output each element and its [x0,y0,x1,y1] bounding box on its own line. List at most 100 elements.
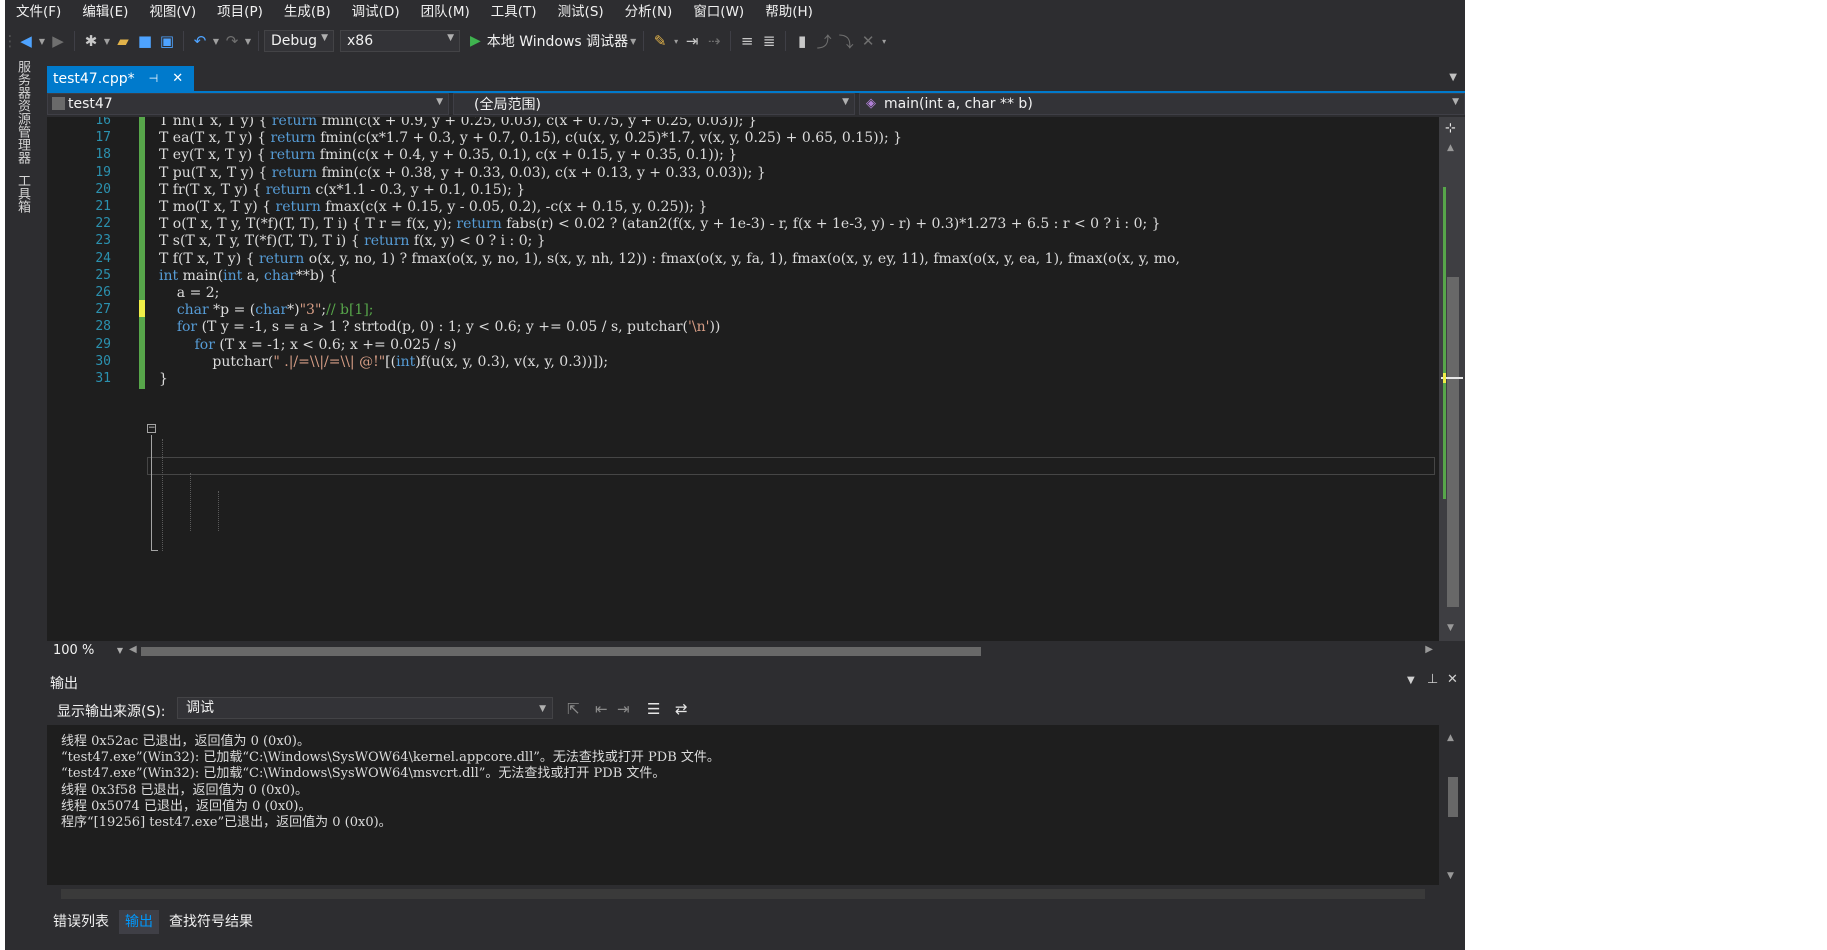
previous-bookmark-icon[interactable]: ⤴ [813,29,835,53]
scrollbar-thumb[interactable] [141,647,981,656]
scroll-up-icon[interactable]: ▲ [1447,733,1454,743]
next-message-icon[interactable]: ⇥ [617,700,630,718]
scroll-right-icon[interactable]: ▶ [1425,644,1433,655]
uncomment-lines-icon[interactable]: ≣ [758,29,780,53]
solution-platform-select[interactable]: x86 ▼ [340,30,460,52]
method-icon: ◈ [866,96,876,111]
menu-tools[interactable]: 工具(T) [480,0,547,24]
step-into-icon[interactable]: ⇥ [681,29,703,53]
toggle-word-wrap-icon[interactable]: ⇄ [675,700,688,718]
chevron-down-icon: ▼ [321,33,328,43]
outline-fold-line [151,435,152,551]
menu-view[interactable]: 视图(V) [138,0,206,24]
menu-project[interactable]: 项目(P) [206,0,273,24]
output-source-select[interactable]: 调试 ▼ [177,697,553,719]
menu-analyze[interactable]: 分析(N) [614,0,683,24]
navigate-forward-icon[interactable]: ▶ [47,29,69,53]
visual-studio-window: 文件(F) 编辑(E) 视图(V) 项目(P) 生成(B) 调试(D) 团队(M… [5,0,1465,950]
tab-test47-cpp[interactable]: test47.cpp* ⊣ ✕ [47,66,194,91]
clear-bookmarks-icon[interactable]: ✕ [857,29,879,53]
menu-edit[interactable]: 编辑(E) [71,0,138,24]
scrollbar-thumb[interactable] [1447,277,1459,607]
toolbar-overflow-icon[interactable]: ▾ [879,37,889,46]
menu-team[interactable]: 团队(M) [410,0,480,24]
scroll-down-icon[interactable]: ▼ [1447,871,1454,881]
collapse-main-icon[interactable]: − [147,424,156,433]
line-number: 31 [95,371,111,386]
next-bookmark-icon[interactable]: ⤵ [835,29,857,53]
new-project-dropdown-icon[interactable]: ▼ [102,37,112,46]
toolbar-options-icon[interactable]: ▾ [671,37,681,46]
find-in-files-icon[interactable]: ✎ [649,29,671,53]
editor-horizontal-scrollbar[interactable]: ◀ ▶ [129,643,1439,658]
tab-overflow-icon[interactable]: ▼ [1449,72,1457,83]
chevron-down-icon: ▼ [842,97,849,107]
scope-select[interactable]: (全局范围) ▼ [453,93,855,115]
scrollbar-thumb[interactable] [61,889,1425,899]
toolbar-separator [643,31,645,51]
project-icon [52,97,65,110]
navigate-back-dropdown-icon[interactable]: ▼ [37,37,47,46]
navigation-bar: test47 ▼ (全局范围) ▼ ◈ main(int a, char ** … [47,93,1465,115]
undo-icon[interactable]: ↶ [189,29,211,53]
output-line: 程序“[19256] test47.exe”已退出，返回值为 0 (0x0)。 [61,815,392,830]
outline-fold-end [151,550,158,551]
menu-help[interactable]: 帮助(H) [754,0,823,24]
solution-configuration-select[interactable]: Debug ▼ [264,30,334,52]
clear-all-icon[interactable]: ☰ [647,700,660,718]
menu-window[interactable]: 窗口(W) [682,0,754,24]
scroll-up-icon[interactable]: ▲ [1447,143,1454,153]
start-debugging-button[interactable]: ▶ 本地 Windows 调试器 ▼ [470,29,638,53]
toolbar-separator [730,31,732,51]
code-line[interactable]: 31} [47,369,1439,389]
new-project-icon[interactable]: ✱ [80,29,102,53]
menu-file[interactable]: 文件(F) [5,0,71,24]
left-tool-strip: 服务器资源管理器 工具箱 [5,60,39,950]
close-icon[interactable]: ✕ [172,71,183,86]
previous-message-icon[interactable]: ⇤ [595,700,608,718]
run-target-label: 本地 Windows 调试器 [486,34,629,50]
toolbar-separator [74,31,75,51]
redo-icon[interactable]: ↷ [221,29,243,53]
member-select[interactable]: ◈ main(int a, char ** b) ▼ [859,93,1465,115]
bottom-tab[interactable]: 错误列表 [47,910,115,934]
save-icon[interactable]: ■ [134,29,156,53]
panel-options-icon[interactable]: ▼ [1407,675,1415,686]
menu-debug[interactable]: 调试(D) [341,0,410,24]
project-select[interactable]: test47 ▼ [47,93,449,115]
bookmark-icon[interactable]: ▮ [791,29,813,53]
navigate-back-icon[interactable]: ◀ [15,29,37,53]
code-editor[interactable]: − 16 T nh(T x, T y) { return fmin(c(x + 0… [47,117,1439,641]
bottom-tab[interactable]: 查找符号结果 [163,910,259,934]
open-file-icon[interactable]: ▰ [112,29,134,53]
redo-dropdown-icon[interactable]: ▼ [243,37,253,46]
comment-lines-icon[interactable]: ≡ [736,29,758,53]
output-horizontal-scrollbar[interactable] [47,885,1439,903]
pin-icon[interactable]: ⊣ [149,72,159,85]
undo-dropdown-icon[interactable]: ▼ [211,37,221,46]
find-message-icon[interactable]: ⇱ [567,700,580,718]
current-line-highlight [147,457,1435,475]
close-icon[interactable]: ✕ [1447,672,1458,687]
editor-vertical-scrollbar[interactable]: ⊹ ▲ ▼ [1439,117,1465,641]
pin-icon[interactable]: ⊥ [1427,672,1438,687]
scrollbar-thumb[interactable] [1448,777,1458,817]
split-window-icon[interactable]: ⊹ [1445,121,1456,136]
zoom-level-select[interactable]: 100 % ▼ [49,642,125,659]
output-text-area[interactable]: 线程 0x52ac 已退出，返回值为 0 (0x0)。 “test47.exe”(… [47,725,1439,885]
save-all-icon[interactable]: ▣ [156,29,178,53]
menu-build[interactable]: 生成(B) [273,0,341,24]
toolbox-tab[interactable]: 工具箱 [14,174,30,213]
tab-title: test47.cpp* [53,70,135,87]
bottom-tab[interactable]: 输出 [119,910,159,934]
run-target-dropdown-icon[interactable]: ▼ [628,37,638,46]
change-tracking-marker [139,369,145,389]
scroll-down-icon[interactable]: ▼ [1447,623,1454,633]
chevron-down-icon: ▼ [436,97,443,107]
scroll-left-icon[interactable]: ◀ [129,644,137,655]
output-vertical-scrollbar[interactable]: ▲ ▼ [1439,725,1465,885]
document-tab-well: test47.cpp* ⊣ ✕ ▼ [47,66,1465,93]
server-explorer-tab[interactable]: 服务器资源管理器 [14,60,30,164]
step-over-icon[interactable]: ⇢ [703,29,725,53]
menu-test[interactable]: 测试(S) [547,0,614,24]
